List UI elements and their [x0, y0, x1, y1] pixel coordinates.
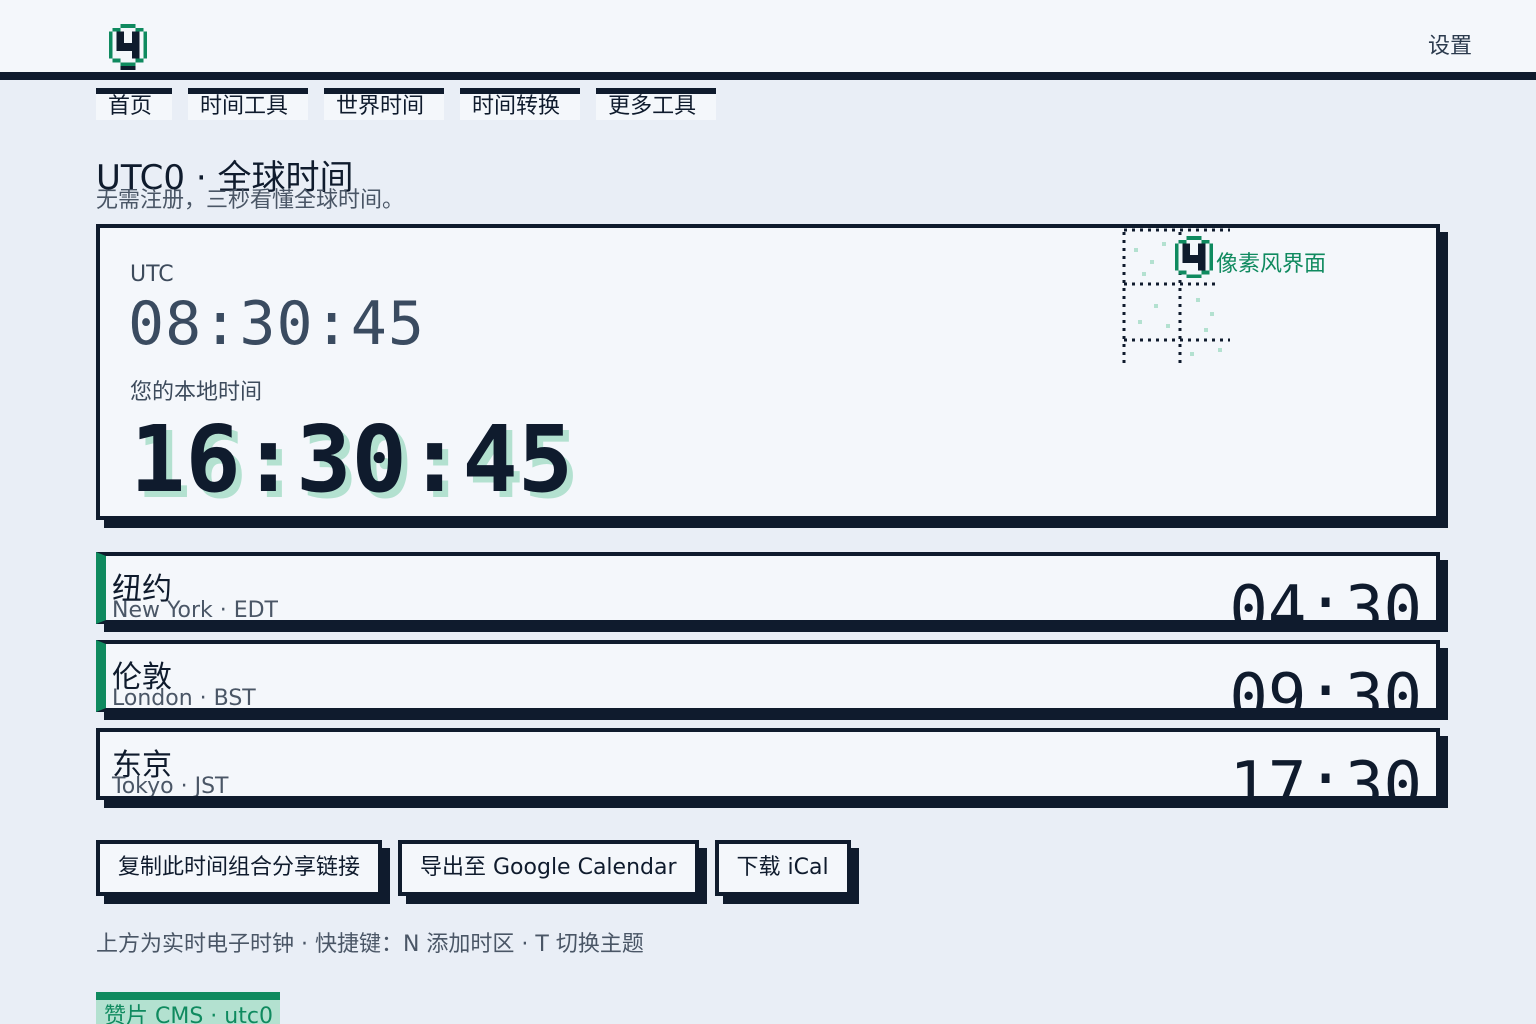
- download-ical-button[interactable]: 下载 iCal: [714, 840, 851, 896]
- tab-more-tools[interactable]: 更多工具: [596, 88, 717, 120]
- timezone-time: 09:30: [1229, 661, 1422, 712]
- theme-label[interactable]: 像素风界面: [1216, 246, 1326, 278]
- timezone-subtitle: New York · EDT: [112, 598, 278, 623]
- timezone-subtitle: London · BST: [112, 686, 256, 711]
- local-time: 16:30:45: [130, 406, 574, 513]
- local-time-label: 您的本地时间: [130, 380, 263, 405]
- tab-world-time[interactable]: 世界时间: [324, 88, 445, 120]
- action-bar: 复制此时间组合分享链接 导出至 Google Calendar 下载 iCal: [96, 840, 851, 896]
- pixel-clock-logo-icon: [1174, 236, 1214, 279]
- timezone-time: 17:30: [1229, 749, 1422, 800]
- timezone-row[interactable]: 东京 Tokyo · JST 17:30: [96, 728, 1440, 800]
- header-bar: 设置: [0, 0, 1536, 80]
- main-nav: 首页 时间工具 世界时间 时间转换 更多工具: [96, 88, 717, 120]
- tab-time-tools[interactable]: 时间工具: [188, 88, 309, 120]
- timezone-row[interactable]: 伦敦 London · BST 09:30: [96, 640, 1440, 712]
- timezone-subtitle: Tokyo · JST: [112, 774, 229, 799]
- page: 设置 首页 时间工具 世界时间 时间转换 更多工具 UTC0 · 全球时间 无需…: [0, 0, 1536, 1024]
- timezone-row[interactable]: 纽约 New York · EDT 04:30: [96, 552, 1440, 624]
- tab-home[interactable]: 首页: [96, 88, 173, 120]
- utc-time: 08:30:45: [128, 289, 425, 359]
- footer-badge[interactable]: 赞片 CMS · utc0: [96, 992, 280, 1024]
- page-subtitle: 无需注册，三秒看懂全球时间。: [96, 188, 405, 213]
- main-clock-card: UTC 08:30:45 您的本地时间 16:30:45 像素风界面: [96, 224, 1440, 520]
- timezone-time: 04:30: [1229, 573, 1422, 624]
- copy-share-link-button[interactable]: 复制此时间组合分享链接: [96, 840, 383, 896]
- utc-label: UTC: [130, 262, 174, 287]
- tab-time-convert[interactable]: 时间转换: [460, 88, 581, 120]
- pixel-clock-logo-icon[interactable]: [108, 24, 148, 70]
- export-google-calendar-button[interactable]: 导出至 Google Calendar: [398, 840, 699, 896]
- shortcut-hint: 上方为实时电子时钟 · 快捷键：N 添加时区 · T 切换主题: [96, 932, 644, 957]
- settings-link[interactable]: 设置: [1428, 28, 1472, 60]
